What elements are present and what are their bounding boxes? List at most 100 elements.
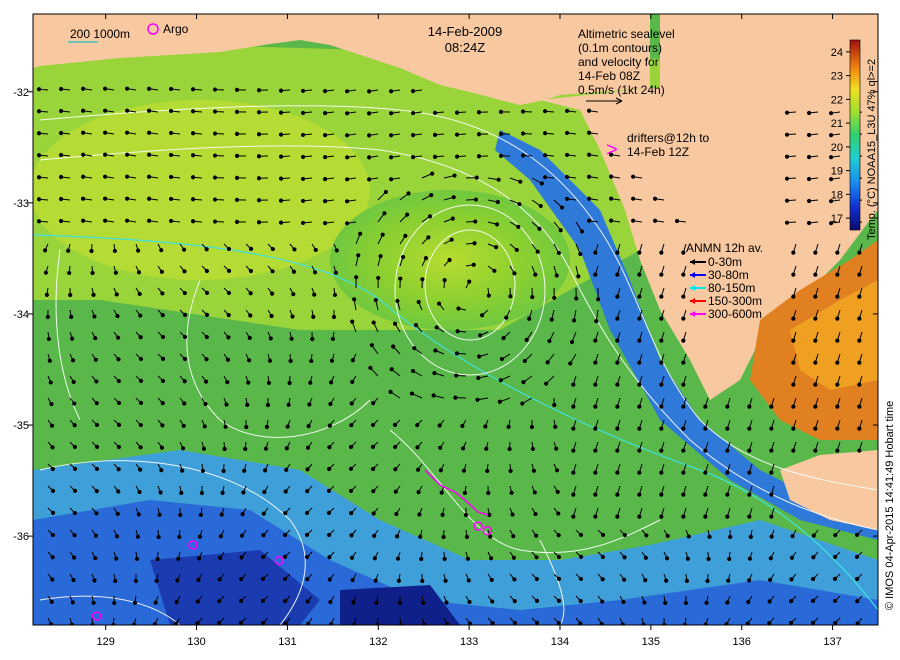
velocity-arrow-head bbox=[449, 237, 454, 242]
velocity-arrow-head bbox=[835, 426, 840, 431]
velocity-arrow-head bbox=[352, 297, 357, 302]
velocity-arrow-head bbox=[621, 577, 627, 582]
velocity-arrow-head bbox=[495, 199, 500, 205]
lon-tick-label: 137 bbox=[823, 636, 841, 648]
velocity-arrow-head bbox=[857, 338, 862, 343]
velocity-arrow-head bbox=[857, 360, 862, 365]
velocity-arrow-head bbox=[659, 250, 664, 255]
velocity-arrow-head bbox=[225, 380, 230, 385]
velocity-arrow-head bbox=[586, 130, 592, 135]
velocity-arrow-head bbox=[322, 199, 328, 204]
velocity-arrow-head bbox=[665, 533, 670, 539]
velocity-arrow-head bbox=[527, 316, 532, 321]
velocity-arrow-head bbox=[512, 577, 517, 582]
velocity-arrow-head bbox=[350, 379, 355, 384]
velocity-arrow-head bbox=[80, 152, 86, 157]
velocity-arrow-head bbox=[520, 401, 525, 406]
velocity-arrow-head bbox=[552, 402, 557, 408]
svg-text:Altimetric sealevel: Altimetric sealevel bbox=[578, 27, 675, 41]
velocity-arrow-head bbox=[212, 87, 218, 92]
velocity-arrow-head bbox=[326, 510, 332, 515]
velocity-arrow-head bbox=[349, 533, 354, 538]
velocity-arrow-head bbox=[509, 490, 514, 495]
velocity-arrow-head bbox=[332, 292, 338, 298]
velocity-arrow-head bbox=[520, 131, 526, 136]
velocity-arrow-head bbox=[453, 395, 458, 400]
velocity-arrow-head bbox=[789, 577, 794, 582]
svg-text:drifters@12h to: drifters@12h to bbox=[627, 131, 710, 145]
velocity-arrow-head bbox=[146, 108, 152, 113]
velocity-arrow-head bbox=[397, 600, 403, 606]
velocity-arrow-head bbox=[349, 555, 355, 560]
velocity-arrow-head bbox=[380, 232, 385, 237]
velocity-arrow-head bbox=[371, 489, 376, 494]
velocity-arrow-head bbox=[91, 600, 96, 605]
velocity-arrow-head bbox=[542, 131, 548, 136]
velocity-arrow-head bbox=[508, 468, 513, 474]
velocity-arrow-head bbox=[168, 108, 174, 114]
velocity-arrow-head bbox=[835, 272, 840, 277]
velocity-arrow-head bbox=[791, 360, 796, 365]
velocity-arrow-head bbox=[806, 110, 812, 116]
velocity-arrow-head bbox=[622, 555, 627, 560]
velocity-arrow-head bbox=[454, 154, 460, 159]
velocity-arrow-head bbox=[659, 360, 664, 365]
velocity-arrow-head bbox=[432, 110, 438, 116]
svg-text:(0.1m contours): (0.1m contours) bbox=[578, 41, 662, 55]
velocity-arrow-head bbox=[93, 556, 98, 561]
velocity-arrow-head bbox=[156, 534, 161, 540]
velocity-arrow-head bbox=[278, 88, 284, 93]
velocity-arrow-head bbox=[308, 380, 313, 385]
velocity-arrow-head bbox=[179, 490, 184, 495]
velocity-arrow-head bbox=[322, 89, 328, 94]
velocity-arrow-head bbox=[159, 445, 165, 450]
velocity-arrow-head bbox=[593, 426, 598, 431]
velocity-arrow-head bbox=[593, 360, 598, 365]
velocity-arrow-head bbox=[393, 444, 398, 450]
velocity-arrow-head bbox=[564, 174, 570, 180]
velocity-arrow-head bbox=[813, 360, 818, 365]
velocity-arrow-head bbox=[784, 176, 790, 181]
velocity-arrow-head bbox=[138, 445, 143, 450]
velocity-arrow-head bbox=[182, 379, 187, 384]
velocity-arrow-head bbox=[474, 175, 479, 180]
velocity-arrow-head bbox=[791, 272, 796, 277]
velocity-arrow-head bbox=[637, 360, 642, 365]
velocity-arrow-head bbox=[727, 556, 732, 562]
velocity-arrow-head bbox=[460, 423, 465, 429]
velocity-arrow-head bbox=[747, 556, 753, 561]
velocity-arrow-head bbox=[454, 373, 459, 378]
velocity-arrow-head bbox=[300, 176, 306, 182]
lon-tick-label: 135 bbox=[642, 636, 660, 648]
velocity-arrow-head bbox=[609, 218, 614, 223]
velocity-arrow-head bbox=[462, 490, 468, 496]
velocity-arrow-head bbox=[835, 294, 840, 299]
velocity-arrow-head bbox=[160, 356, 166, 361]
velocity-arrow-head bbox=[373, 578, 378, 583]
velocity-arrow-head bbox=[132, 600, 138, 606]
velocity-arrow-head bbox=[652, 196, 658, 201]
velocity-arrow-head bbox=[204, 379, 209, 384]
velocity-arrow-head bbox=[367, 89, 372, 94]
velocity-arrow-head bbox=[256, 154, 262, 159]
velocity-arrow-head bbox=[292, 247, 297, 252]
velocity-arrow-head bbox=[498, 109, 504, 114]
velocity-arrow-head bbox=[522, 358, 527, 364]
velocity-arrow-head bbox=[248, 313, 253, 318]
velocity-arrow-head bbox=[395, 298, 400, 304]
velocity-arrow-head bbox=[304, 554, 310, 560]
velocity-arrow-head bbox=[494, 222, 500, 227]
velocity-arrow-head bbox=[349, 423, 354, 428]
velocity-arrow-head bbox=[160, 378, 166, 384]
velocity-arrow-head bbox=[195, 621, 200, 625]
velocity-arrow-head bbox=[331, 314, 337, 320]
lon-tick-label: 134 bbox=[551, 636, 569, 648]
velocity-arrow-head bbox=[136, 248, 141, 253]
velocity-arrow-head bbox=[283, 511, 288, 516]
velocity-arrow-head bbox=[261, 554, 266, 560]
velocity-arrow-head bbox=[578, 599, 583, 604]
velocity-arrow-head bbox=[615, 338, 620, 343]
velocity-arrow-head bbox=[154, 578, 159, 583]
velocity-arrow-head bbox=[452, 173, 457, 178]
velocity-arrow-head bbox=[533, 511, 538, 517]
